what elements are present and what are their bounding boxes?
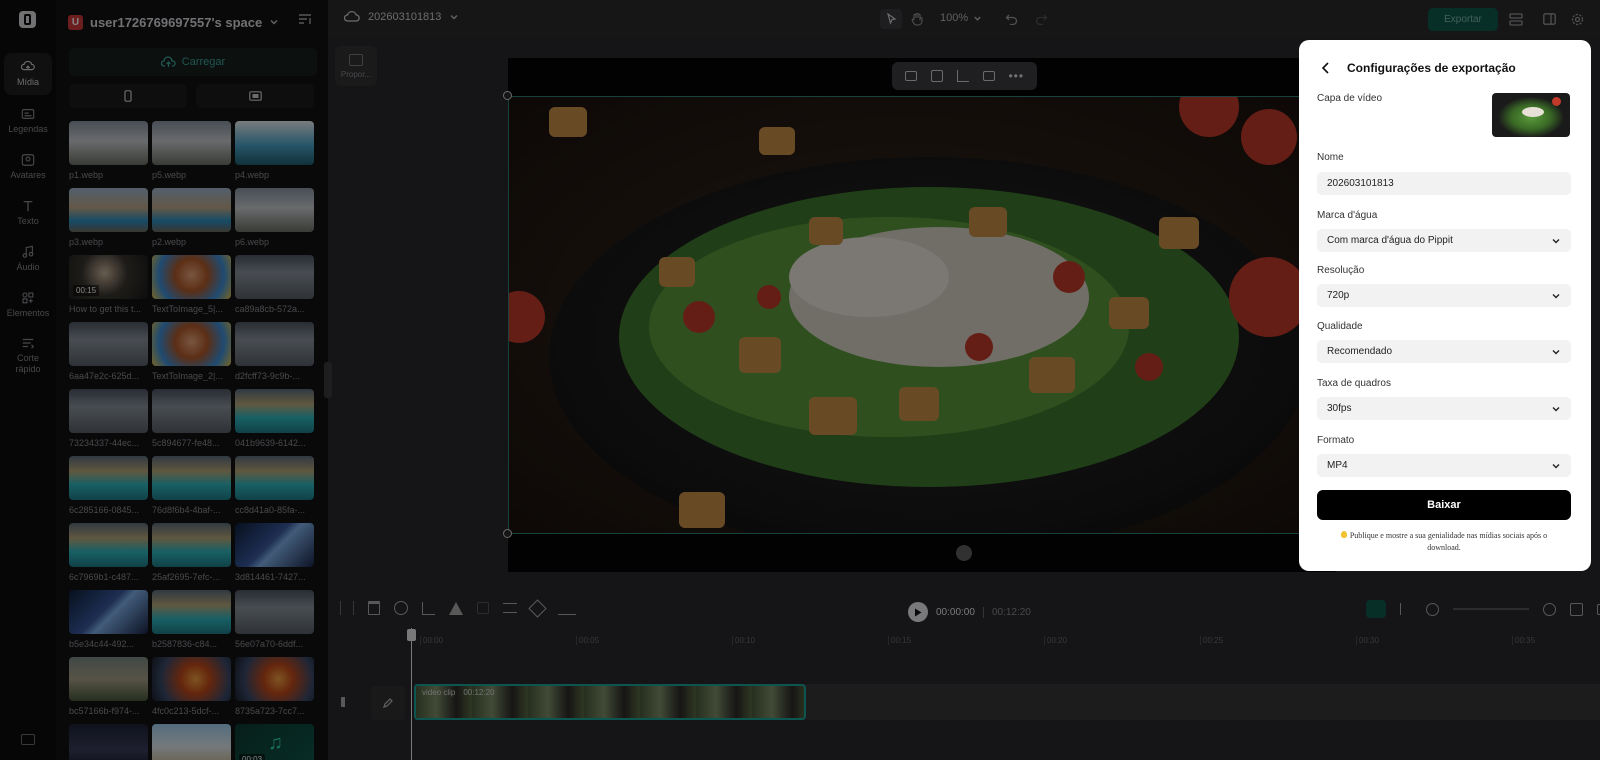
- fps-select[interactable]: 30fps: [1317, 397, 1571, 420]
- chevron-down-icon: [1552, 238, 1560, 243]
- name-label: Nome: [1317, 152, 1344, 163]
- format-select[interactable]: MP4: [1317, 454, 1571, 477]
- quality-label: Qualidade: [1317, 321, 1363, 332]
- format-value: MP4: [1327, 460, 1348, 471]
- watermark-label: Marca d'água: [1317, 210, 1378, 221]
- resolution-label: Resolução: [1317, 265, 1365, 276]
- export-settings-dialog: Configurações de exportação Capa de víde…: [1299, 40, 1591, 571]
- lightbulb-icon: [1340, 531, 1347, 538]
- quality-value: Recomendado: [1327, 346, 1393, 357]
- resolution-value: 720p: [1327, 290, 1350, 301]
- chevron-down-icon: [1552, 293, 1560, 298]
- dialog-title: Configurações de exportação: [1347, 61, 1516, 75]
- watermark-value: Com marca d'água do Pippit: [1327, 235, 1453, 246]
- format-label: Formato: [1317, 435, 1355, 446]
- chevron-down-icon: [1552, 463, 1560, 468]
- download-label: Baixar: [1427, 499, 1461, 511]
- name-value: 202603101813: [1327, 178, 1394, 189]
- back-arrow-icon[interactable]: [1321, 62, 1331, 74]
- chevron-down-icon: [1552, 406, 1560, 411]
- share-tip-text: Publique e mostre a sua genialidade nas …: [1349, 531, 1548, 552]
- name-input[interactable]: 202603101813: [1317, 172, 1571, 195]
- download-button[interactable]: Baixar: [1317, 490, 1571, 520]
- quality-select[interactable]: Recomendado: [1317, 340, 1571, 363]
- video-cover-thumbnail[interactable]: [1492, 93, 1570, 137]
- watermark-select[interactable]: Com marca d'água do Pippit: [1317, 229, 1571, 252]
- chevron-down-icon: [1552, 349, 1560, 354]
- fps-label: Taxa de quadros: [1317, 378, 1391, 389]
- share-tip: Publique e mostre a sua genialidade nas …: [1329, 530, 1559, 554]
- fps-value: 30fps: [1327, 403, 1352, 414]
- resolution-select[interactable]: 720p: [1317, 284, 1571, 307]
- cover-label: Capa de vídeo: [1317, 93, 1383, 104]
